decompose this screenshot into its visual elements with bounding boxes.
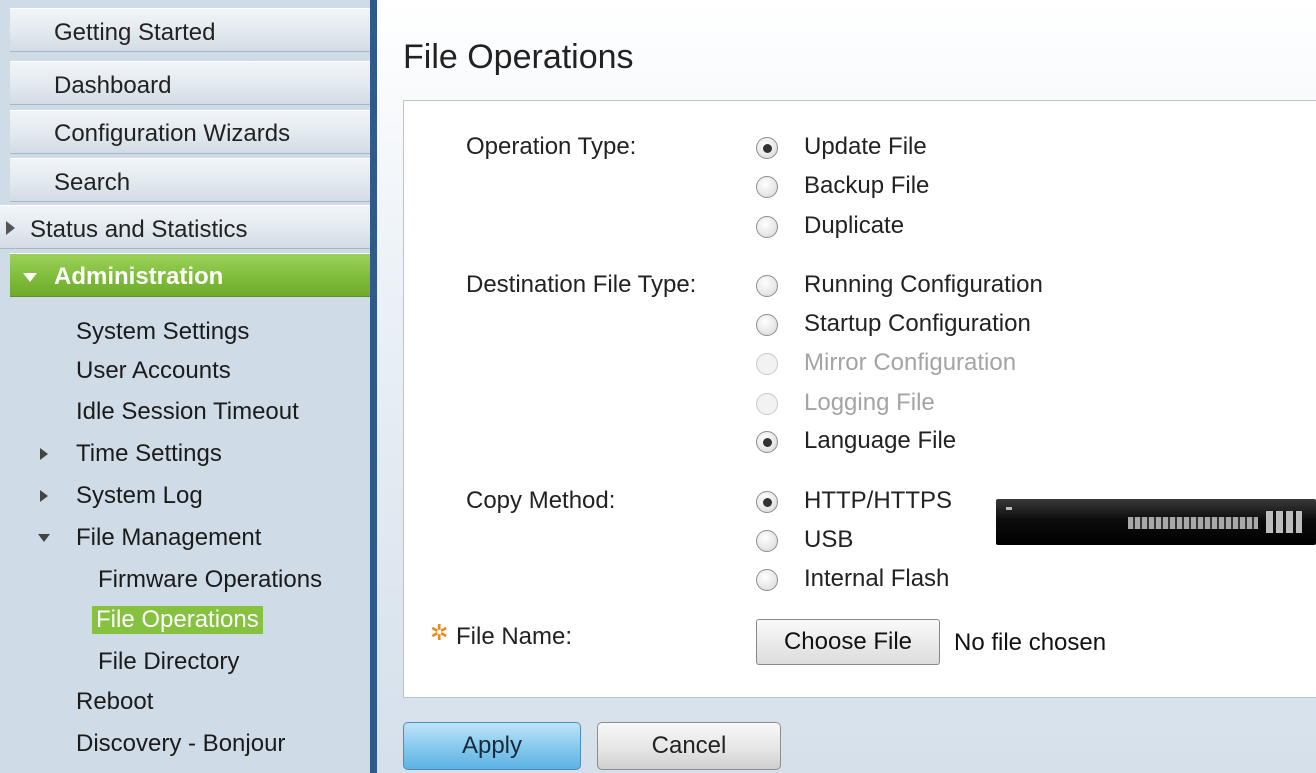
menu-getting-started[interactable]: Getting Started bbox=[10, 8, 370, 52]
radio-duplicate[interactable]: Duplicate bbox=[756, 212, 1156, 242]
menu-search[interactable]: Search bbox=[10, 158, 370, 202]
sidebar-item-firmware-operations[interactable]: Firmware Operations bbox=[98, 566, 322, 594]
radio-language-file[interactable]: Language File bbox=[756, 427, 1156, 457]
radio-button[interactable] bbox=[756, 176, 778, 198]
radio-button bbox=[756, 393, 778, 415]
radio-label: USB bbox=[804, 526, 854, 553]
destination-file-type-label: Destination File Type: bbox=[466, 271, 697, 298]
menu-dashboard[interactable]: Dashboard bbox=[10, 61, 370, 105]
radio-internal-flash[interactable]: Internal Flash bbox=[756, 565, 1016, 595]
menu-status-and-statistics[interactable]: Status and Statistics bbox=[0, 205, 370, 249]
device-sfp-ports-icon bbox=[1266, 511, 1302, 533]
expand-arrow-icon bbox=[6, 221, 15, 235]
sidebar-item-time-settings[interactable]: Time Settings bbox=[76, 440, 222, 468]
cancel-button[interactable]: Cancel bbox=[597, 722, 781, 770]
required-star-icon: ✲ bbox=[430, 620, 449, 645]
switch-device-image bbox=[996, 499, 1316, 545]
file-name-label: File Name: bbox=[456, 623, 573, 650]
sidebar-item-system-settings[interactable]: System Settings bbox=[76, 318, 249, 346]
sidebar-item-file-operations[interactable]: File Operations bbox=[92, 606, 263, 634]
radio-update-file[interactable]: Update File bbox=[756, 133, 1156, 163]
radio-backup-file[interactable]: Backup File bbox=[756, 172, 1156, 202]
radio-label: Logging File bbox=[804, 389, 935, 416]
sidebar-item-idle-session-timeout[interactable]: Idle Session Timeout bbox=[76, 398, 299, 426]
radio-label: Running Configuration bbox=[804, 271, 1043, 298]
radio-button[interactable] bbox=[756, 275, 778, 297]
radio-label: Update File bbox=[804, 133, 927, 160]
device-ports-icon bbox=[1128, 517, 1258, 529]
menu-configuration-wizards[interactable]: Configuration Wizards bbox=[10, 110, 370, 154]
sidebar-item-file-directory[interactable]: File Directory bbox=[98, 648, 239, 676]
page-title: File Operations bbox=[403, 38, 634, 76]
menu-label: Configuration Wizards bbox=[54, 120, 291, 147]
main-content: File Operations Operation Type: Update F… bbox=[377, 0, 1316, 773]
sidebar: Getting Started Dashboard Configuration … bbox=[0, 0, 370, 773]
expand-arrow-icon bbox=[40, 490, 48, 502]
radio-label: Backup File bbox=[804, 172, 930, 199]
operation-type-label: Operation Type: bbox=[466, 133, 637, 160]
radio-button[interactable] bbox=[756, 216, 778, 238]
menu-label: Administration bbox=[54, 263, 224, 290]
sidebar-divider bbox=[370, 0, 377, 773]
radio-label: Language File bbox=[804, 427, 957, 454]
menu-administration[interactable]: Administration bbox=[10, 253, 370, 297]
menu-label: Status and Statistics bbox=[30, 216, 248, 243]
sidebar-item-reboot[interactable]: Reboot bbox=[76, 688, 153, 716]
radio-button[interactable] bbox=[756, 137, 778, 159]
radio-button[interactable] bbox=[756, 569, 778, 591]
sidebar-item-user-accounts[interactable]: User Accounts bbox=[76, 357, 231, 385]
radio-label: Internal Flash bbox=[804, 565, 950, 592]
radio-button[interactable] bbox=[756, 314, 778, 336]
radio-button[interactable] bbox=[756, 530, 778, 552]
radio-usb[interactable]: USB bbox=[756, 526, 986, 556]
collapse-arrow-icon bbox=[23, 273, 37, 282]
menu-label: Dashboard bbox=[54, 72, 172, 99]
radio-button[interactable] bbox=[756, 491, 778, 513]
copy-method-label: Copy Method: bbox=[466, 487, 616, 514]
sidebar-item-discovery-bonjour[interactable]: Discovery - Bonjour bbox=[76, 730, 285, 758]
menu-label: Search bbox=[54, 169, 131, 196]
radio-running-configuration[interactable]: Running Configuration bbox=[756, 271, 1156, 301]
radio-label: HTTP/HTTPS bbox=[804, 487, 952, 514]
radio-label: Duplicate bbox=[804, 212, 905, 239]
file-operations-panel: Operation Type: Update File Backup File … bbox=[403, 100, 1316, 698]
file-status-text: No file chosen bbox=[954, 629, 1107, 656]
menu-label: Getting Started bbox=[54, 19, 216, 46]
sidebar-item-file-management[interactable]: File Management bbox=[76, 524, 261, 552]
collapse-arrow-icon bbox=[38, 534, 50, 542]
radio-button bbox=[756, 353, 778, 375]
radio-logging-file: Logging File bbox=[756, 389, 1156, 419]
expand-arrow-icon bbox=[40, 448, 48, 460]
apply-button[interactable]: Apply bbox=[403, 722, 581, 770]
radio-button[interactable] bbox=[756, 431, 778, 453]
radio-label: Mirror Configuration bbox=[804, 349, 1017, 376]
radio-http-https[interactable]: HTTP/HTTPS bbox=[756, 487, 986, 517]
choose-file-button[interactable]: Choose File bbox=[756, 619, 940, 665]
device-led-icon bbox=[1006, 507, 1012, 510]
radio-label: Startup Configuration bbox=[804, 310, 1031, 337]
radio-mirror-configuration: Mirror Configuration bbox=[756, 349, 1156, 379]
radio-startup-configuration[interactable]: Startup Configuration bbox=[756, 310, 1156, 340]
file-name-input[interactable]: Choose File No file chosen bbox=[756, 619, 1316, 665]
sidebar-item-system-log[interactable]: System Log bbox=[76, 482, 203, 510]
